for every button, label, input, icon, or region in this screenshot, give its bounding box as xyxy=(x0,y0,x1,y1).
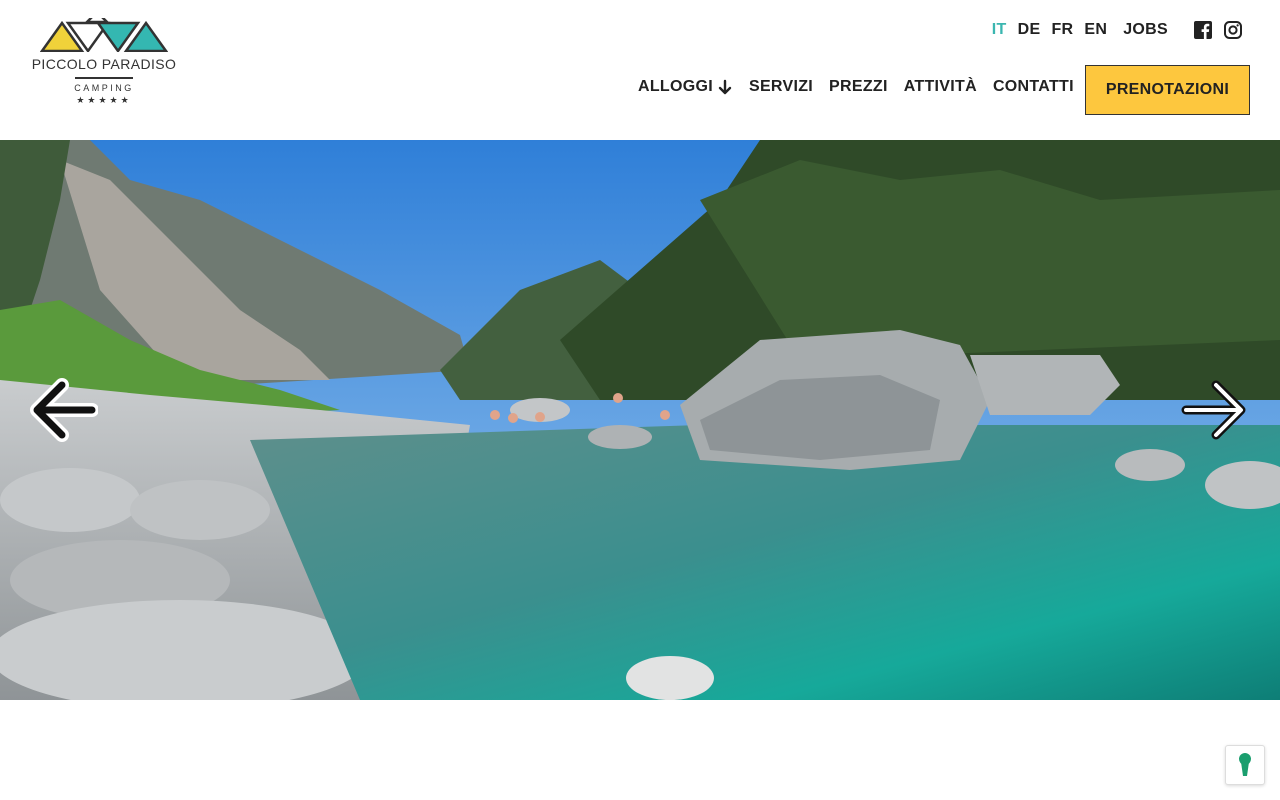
nav-alloggi-label: ALLOGGI xyxy=(638,78,713,95)
nav-alloggi[interactable]: ALLOGGI xyxy=(638,78,733,96)
logo-subtitle: CAMPING xyxy=(74,82,134,93)
arrow-right-icon xyxy=(1181,380,1246,440)
cookie-settings-button[interactable] xyxy=(1225,745,1265,785)
keyhole-icon xyxy=(1239,753,1251,776)
nav-prezzi[interactable]: PREZZI xyxy=(829,78,888,96)
arrow-left-icon xyxy=(30,378,98,442)
top-bar: IT DE FR EN JOBS xyxy=(992,21,1242,39)
logo-triangles-icon xyxy=(40,18,168,52)
slider-next-button[interactable] xyxy=(1180,377,1250,443)
jobs-link[interactable]: JOBS xyxy=(1123,21,1168,39)
logo-divider xyxy=(75,77,133,79)
logo-stars: ★★★★★ xyxy=(76,94,132,105)
arrow-down-icon xyxy=(718,79,732,95)
slider-prev-button[interactable] xyxy=(28,377,98,443)
lang-de[interactable]: DE xyxy=(1018,21,1041,39)
lang-it[interactable]: IT xyxy=(992,21,1007,39)
lang-en[interactable]: EN xyxy=(1084,21,1107,39)
nav-contatti[interactable]: CONTATTI xyxy=(993,78,1074,96)
logo[interactable]: PICCOLO PARADISO CAMPING ★★★★★ xyxy=(24,18,184,122)
instagram-icon[interactable] xyxy=(1224,21,1242,39)
nav-attivita[interactable]: ATTIVITÀ xyxy=(904,78,977,96)
logo-name: PICCOLO PARADISO xyxy=(31,56,177,72)
lang-fr[interactable]: FR xyxy=(1051,21,1073,39)
site-header: PICCOLO PARADISO CAMPING ★★★★★ IT DE FR … xyxy=(0,0,1280,140)
main-nav: ALLOGGI SERVIZI PREZZI ATTIVITÀ CONTATTI xyxy=(638,78,1090,96)
river-valley-photo xyxy=(0,140,1280,700)
facebook-icon[interactable] xyxy=(1194,21,1212,39)
hero-slider xyxy=(0,140,1280,700)
nav-servizi[interactable]: SERVIZI xyxy=(749,78,813,96)
booking-button[interactable]: PRENOTAZIONI xyxy=(1085,65,1250,115)
